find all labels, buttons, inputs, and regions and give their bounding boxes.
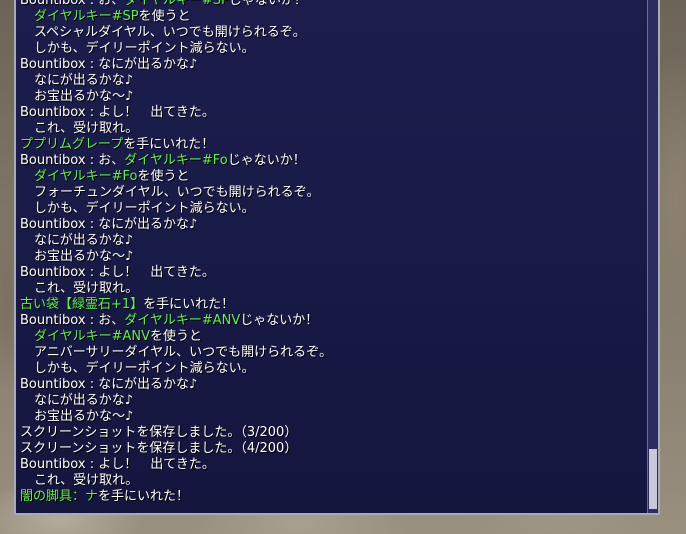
chat-line: Bountibox : よし！ 出てきた。 (20, 457, 646, 473)
chat-line: お宝出るかな～♪ (20, 89, 646, 105)
chat-highlight-text: ダイヤルキー#ANV (124, 313, 241, 328)
chat-line: なにが出るかな♪ (20, 73, 646, 89)
chat-text: お宝出るかな～♪ (34, 89, 134, 104)
chat-highlight-text: ダイヤルキー#Fo (124, 153, 228, 168)
chat-line: スクリーンショットを保存しました。（4/200） (20, 441, 646, 457)
chat-line: ダイヤルキー#SPを使うと (20, 9, 646, 25)
chat-text: これ、受け取れ。 (34, 281, 139, 296)
chat-text: Bountibox : お、 (20, 313, 125, 328)
chat-text: スペシャルダイヤル、いつでも開けられるぞ。 (34, 25, 306, 40)
chat-text: これ、受け取れ。 (34, 473, 139, 488)
chat-line: 古い袋【緑霊石+1】を手にいれた！ (20, 297, 646, 313)
chat-text: なにが出るかな♪ (34, 73, 134, 88)
chat-highlight-text: ダイヤルキー#SP (124, 0, 229, 8)
chat-line: Bountibox : お、ダイヤルキー#SPじゃないか！ (20, 0, 646, 9)
chat-text: スクリーンショットを保存しました。（3/200） (20, 425, 298, 440)
chat-line: お宝出るかな～♪ (20, 409, 646, 425)
chat-text: を手にいれた！ (123, 137, 215, 152)
chat-text: Bountibox : なにが出るかな♪ (20, 377, 198, 392)
chat-highlight-text: ダイヤルキー#Fo (34, 169, 138, 184)
chat-highlight-text: ダイヤルキー#ANV (34, 329, 151, 344)
chat-line: フォーチュンダイヤル、いつでも開けられるぞ。 (20, 185, 646, 201)
chat-line: これ、受け取れ。 (20, 473, 646, 489)
chat-line: これ、受け取れ。 (20, 121, 646, 137)
chat-line: しかも、デイリーポイント減らない。 (20, 41, 646, 57)
chat-text: を使うと (137, 169, 190, 184)
chat-highlight-text: ププリムグレープ (20, 137, 124, 152)
chat-line: これ、受け取れ。 (20, 281, 646, 297)
chat-text: じゃないか！ (228, 0, 307, 8)
chat-text: スクリーンショットを保存しました。（4/200） (20, 441, 298, 456)
chat-line: Bountibox : なにが出るかな♪ (20, 377, 646, 393)
chat-text: を使うと (138, 9, 191, 24)
chat-line: Bountibox : よし！ 出てきた。 (20, 105, 646, 121)
chat-text: Bountibox : よし！ 出てきた。 (20, 265, 215, 280)
chat-line: ダイヤルキー#Foを使うと (20, 169, 646, 185)
chat-text: Bountibox : なにが出るかな♪ (20, 57, 198, 72)
chat-text: なにが出るかな♪ (34, 393, 134, 408)
chat-line: ププリムグレープを手にいれた！ (20, 137, 646, 153)
chat-line: ダイヤルキー#ANVを使うと (20, 329, 646, 345)
chat-line: なにが出るかな♪ (20, 233, 646, 249)
chat-log-lines: Bountibox : お、ダイヤルキー#SPじゃないか！ ダイヤルキー#SPを使… (20, 0, 646, 505)
chat-line: お宝出るかな～♪ (20, 249, 646, 265)
chat-line: なにが出るかな♪ (20, 393, 646, 409)
chat-text: Bountibox : よし！ 出てきた。 (20, 457, 215, 472)
chat-text: じゃないか！ (227, 153, 306, 168)
chat-line: Bountibox : なにが出るかな♪ (20, 57, 646, 73)
chat-text: フォーチュンダイヤル、いつでも開けられるぞ。 (34, 185, 320, 200)
chat-line: Bountibox : なにが出るかな♪ (20, 217, 646, 233)
chat-text: これ、受け取れ。 (34, 121, 139, 136)
chat-line: Bountibox : お、ダイヤルキー#Foじゃないか！ (20, 153, 646, 169)
chat-text: なにが出るかな♪ (34, 233, 134, 248)
chat-text: を使うと (150, 329, 203, 344)
chat-text: Bountibox : お、 (20, 153, 125, 168)
chat-line: スペシャルダイヤル、いつでも開けられるぞ。 (20, 25, 646, 41)
chat-highlight-text: ダイヤルキー#SP (34, 9, 139, 24)
chat-log-scrollbar[interactable] (647, 0, 658, 513)
chat-line: スクリーンショットを保存しました。（3/200） (20, 425, 646, 441)
chat-text: しかも、デイリーポイント減らない。 (34, 361, 255, 376)
chat-line: アニバーサリーダイヤル、いつでも開けられるぞ。 (20, 345, 646, 361)
chat-line: Bountibox : お、ダイヤルキー#ANVじゃないか！ (20, 313, 646, 329)
chat-text: しかも、デイリーポイント減らない。 (34, 41, 255, 56)
chat-line: しかも、デイリーポイント減らない。 (20, 201, 646, 217)
scrollbar-thumb[interactable] (649, 449, 657, 509)
chat-text: アニバーサリーダイヤル、いつでも開けられるぞ。 (34, 345, 333, 360)
chat-highlight-text: 闇の脚具：ナ (20, 489, 99, 504)
chat-text: Bountibox : なにが出るかな♪ (20, 217, 198, 232)
chat-line: 闇の脚具：ナを手にいれた！ (20, 489, 646, 505)
chat-text: お宝出るかな～♪ (34, 249, 134, 264)
chat-highlight-text: 古い袋【緑霊石+1】 (20, 297, 144, 312)
chat-log-window[interactable]: Bountibox : お、ダイヤルキー#SPじゃないか！ ダイヤルキー#SPを使… (14, 0, 660, 515)
chat-text: じゃないか！ (240, 313, 319, 328)
chat-line: しかも、デイリーポイント減らない。 (20, 361, 646, 377)
chat-text: を手にいれた！ (143, 297, 235, 312)
chat-text: Bountibox : お、 (20, 0, 125, 8)
chat-line: Bountibox : よし！ 出てきた。 (20, 265, 646, 281)
chat-text: お宝出るかな～♪ (34, 409, 134, 424)
chat-text: しかも、デイリーポイント減らない。 (34, 201, 255, 216)
chat-text: を手にいれた！ (98, 489, 190, 504)
chat-text: Bountibox : よし！ 出てきた。 (20, 105, 215, 120)
